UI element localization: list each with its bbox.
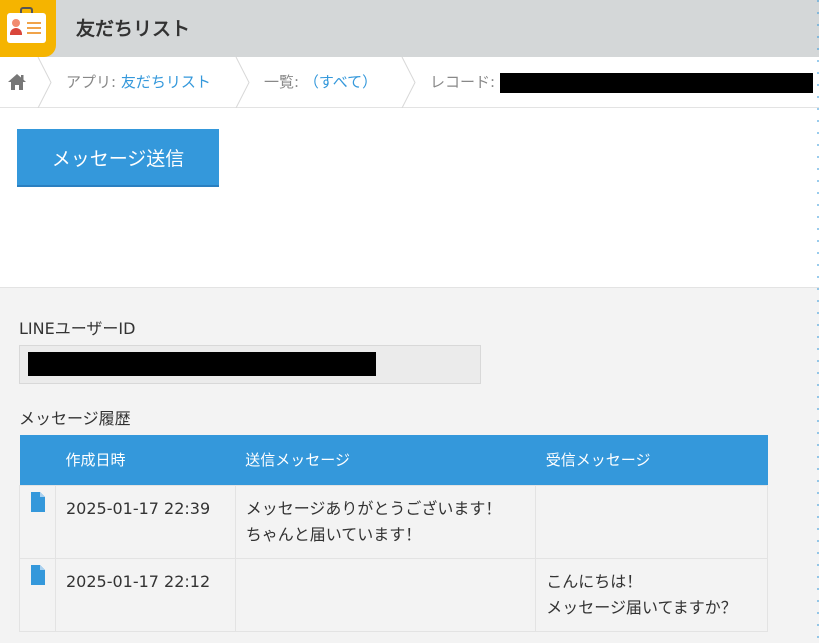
home-icon[interactable]: [6, 71, 28, 93]
document-icon[interactable]: [30, 491, 46, 512]
breadcrumb-separator: [235, 57, 250, 108]
breadcrumb-app-prefix: アプリ:: [66, 73, 121, 91]
received-message-line: こんにちは！: [546, 571, 643, 591]
row-icon-cell[interactable]: [19, 557, 56, 632]
send-message-button[interactable]: メッセージ送信: [17, 129, 219, 187]
breadcrumb-record: レコード:: [430, 71, 813, 93]
created-value: 2025-01-17 22:39: [65, 498, 211, 518]
received-message-cell: [535, 484, 768, 559]
table-header-row: 作成日時 送信メッセージ 受信メッセージ: [19, 435, 768, 485]
breadcrumb-list-prefix: 一覧:: [264, 73, 304, 91]
line-user-id-value: [19, 345, 481, 384]
app-title: 友だちリスト: [76, 18, 191, 40]
row-icon-cell[interactable]: [19, 484, 56, 559]
created-cell: 2025-01-17 22:12: [54, 557, 236, 632]
breadcrumb-app[interactable]: アプリ: 友だちリスト: [66, 71, 211, 92]
breadcrumb: アプリ: 友だちリスト 一覧: （すべて） レコード:: [0, 57, 819, 108]
sent-message-cell: [234, 557, 537, 632]
document-icon[interactable]: [30, 564, 46, 585]
breadcrumb-separator: [401, 57, 416, 108]
breadcrumb-list-link[interactable]: （すべて）: [304, 73, 377, 91]
breadcrumb-separator: [37, 57, 52, 108]
redacted-line-user-id: [28, 352, 376, 376]
sent-message-line: メッセージありがとうございます！: [245, 498, 502, 518]
line-user-id-label: LINEユーザーID: [19, 319, 136, 338]
sent-message-cell: メッセージありがとうございます！ ちゃんと届いています！: [234, 484, 537, 559]
action-area: メッセージ送信: [0, 108, 819, 288]
created-value: 2025-01-17 22:12: [65, 571, 211, 591]
message-history-label: メッセージ履歴: [19, 409, 131, 428]
sent-message-line: ちゃんと届いています！: [245, 524, 422, 544]
table-row: 2025-01-17 22:39 メッセージありがとうございます！ ちゃんと届い…: [19, 484, 768, 559]
breadcrumb-app-link[interactable]: 友だちリスト: [121, 73, 211, 91]
contact-card-icon[interactable]: [0, 0, 56, 57]
redacted-record-id: [499, 72, 813, 93]
received-message-cell: こんにちは！ メッセージ届いてますか？: [535, 557, 768, 632]
table-row: 2025-01-17 22:12 こんにちは！ メッセージ届いてますか？: [19, 557, 768, 632]
message-history-table: 作成日時 送信メッセージ 受信メッセージ 2025-01-17 22:39 メッ…: [19, 435, 768, 632]
breadcrumb-list[interactable]: 一覧: （すべて）: [264, 71, 377, 92]
received-message-line: メッセージ届いてますか？: [546, 597, 737, 617]
created-cell: 2025-01-17 22:39: [54, 484, 236, 559]
column-header-received: 受信メッセージ: [535, 435, 768, 485]
column-header-created: 作成日時: [55, 435, 236, 485]
column-header-icon: [19, 435, 56, 485]
column-header-sent: 送信メッセージ: [235, 435, 536, 485]
app-header: 友だちリスト: [0, 0, 819, 57]
breadcrumb-record-prefix: レコード:: [430, 73, 500, 91]
